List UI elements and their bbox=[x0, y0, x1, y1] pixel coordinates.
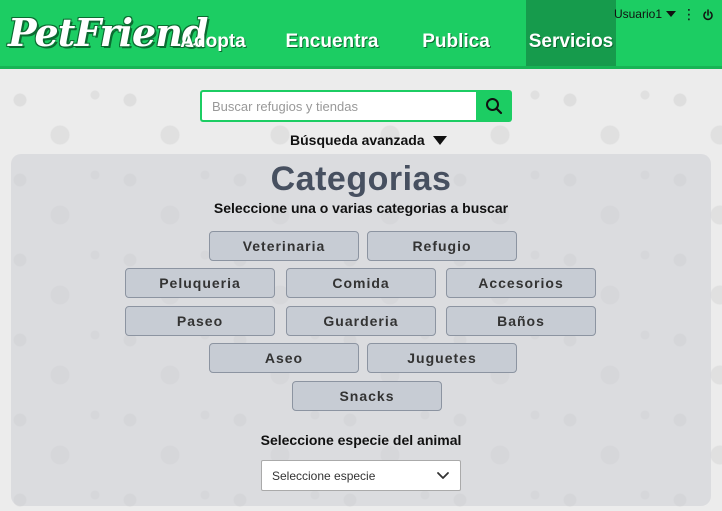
caret-down-icon bbox=[432, 135, 447, 145]
nav-servicios[interactable]: Servicios bbox=[526, 0, 616, 66]
species-selected-value: Seleccione especie bbox=[272, 468, 376, 483]
category-juguetes[interactable]: Juguetes bbox=[367, 343, 517, 373]
search-input[interactable] bbox=[200, 90, 476, 122]
category-guarderia[interactable]: Guarderia bbox=[286, 306, 436, 336]
category-peluqueria[interactable]: Peluqueria bbox=[125, 268, 275, 298]
navbar: PetFriend Adopta Encuentra Publica Servi… bbox=[0, 0, 722, 69]
nav-encuentra[interactable]: Encuentra bbox=[280, 0, 384, 66]
category-aseo[interactable]: Aseo bbox=[209, 343, 359, 373]
user-area: Usuario1 ⋮ bbox=[614, 5, 714, 23]
category-snacks[interactable]: Snacks bbox=[292, 381, 442, 411]
search-button[interactable] bbox=[476, 90, 512, 122]
power-icon[interactable] bbox=[702, 8, 714, 21]
category-comida[interactable]: Comida bbox=[286, 268, 436, 298]
categories-title: Categorias bbox=[270, 160, 452, 198]
advanced-search-label: Búsqueda avanzada bbox=[290, 132, 425, 148]
category-banos[interactable]: Baños bbox=[446, 306, 596, 336]
advanced-search-toggle[interactable]: Búsqueda avanzada bbox=[290, 130, 447, 150]
categories-subtitle: Seleccione una o varias categorias a bus… bbox=[213, 200, 509, 216]
category-veterinaria[interactable]: Veterinaria bbox=[209, 231, 359, 261]
nav-adopta[interactable]: Adopta bbox=[170, 0, 256, 66]
category-accesorios[interactable]: Accesorios bbox=[446, 268, 596, 298]
category-refugio[interactable]: Refugio bbox=[367, 231, 517, 261]
species-label: Seleccione especie del animal bbox=[260, 432, 462, 448]
search-bar bbox=[200, 90, 512, 122]
kebab-icon[interactable]: ⋮ bbox=[680, 7, 698, 21]
search-icon bbox=[486, 98, 503, 115]
user-name[interactable]: Usuario1 bbox=[614, 7, 662, 21]
caret-down-icon[interactable] bbox=[666, 11, 676, 17]
nav-publica[interactable]: Publica bbox=[410, 0, 502, 66]
chevron-down-icon bbox=[437, 471, 449, 479]
species-select[interactable]: Seleccione especie bbox=[261, 460, 461, 491]
category-paseo[interactable]: Paseo bbox=[125, 306, 275, 336]
